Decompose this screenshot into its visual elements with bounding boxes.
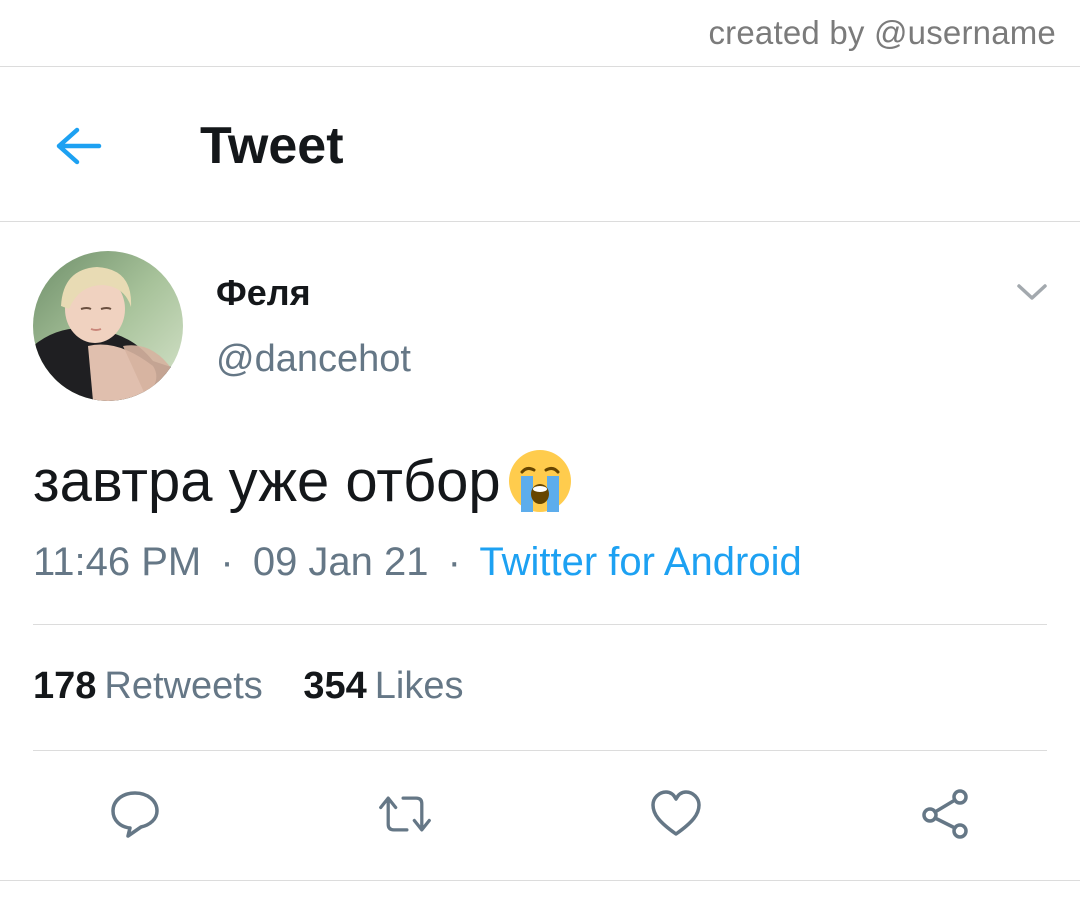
tweet-body: завтра уже отбор [33,446,575,516]
like-button[interactable] [648,786,704,842]
tweet-meta: 11:46 PM · 09 Jan 21 · Twitter for Andro… [33,540,802,585]
reply-button[interactable] [107,786,163,842]
arrow-left-icon [56,127,102,165]
chevron-down-icon [1017,284,1047,300]
author-display-name[interactable]: Феля [216,272,311,314]
tweet-date: 09 Jan 21 [252,540,429,584]
back-button[interactable] [50,118,106,174]
loudly-crying-face-emoji [508,450,571,512]
heart-icon [651,790,701,836]
retweets-count: 178 [33,665,97,707]
stats-divider [33,750,1047,751]
share-icon [922,789,968,839]
meta-separator: · [447,540,461,584]
watermark-credit: created by @username [708,14,1056,51]
retweets-stat[interactable]: 178 Retweets [33,665,263,708]
tweet-time: 11:46 PM [33,540,202,584]
tweet-text: завтра уже отбор [33,448,501,514]
tweet-options-button[interactable] [1012,276,1052,308]
likes-label: Likes [374,665,464,707]
author-handle[interactable]: @dancehot [216,338,411,381]
retweet-icon [379,796,431,832]
retweets-label: Retweets [104,665,263,707]
comment-icon [111,791,159,838]
tweet-stats: 178 Retweets 354 Likes [33,665,494,708]
share-button[interactable] [917,786,973,842]
avatar-photo [33,251,183,401]
avatar[interactable] [33,251,183,401]
meta-separator: · [220,540,234,584]
page-title: Tweet [200,117,344,175]
likes-stat[interactable]: 354 Likes [303,665,463,708]
bottom-divider [0,880,1080,881]
retweet-button[interactable] [377,786,433,842]
top-divider [0,66,1080,67]
likes-count: 354 [303,665,367,707]
tweet-source-link[interactable]: Twitter for Android [479,540,801,584]
meta-divider [33,624,1047,625]
header-divider [0,221,1080,222]
